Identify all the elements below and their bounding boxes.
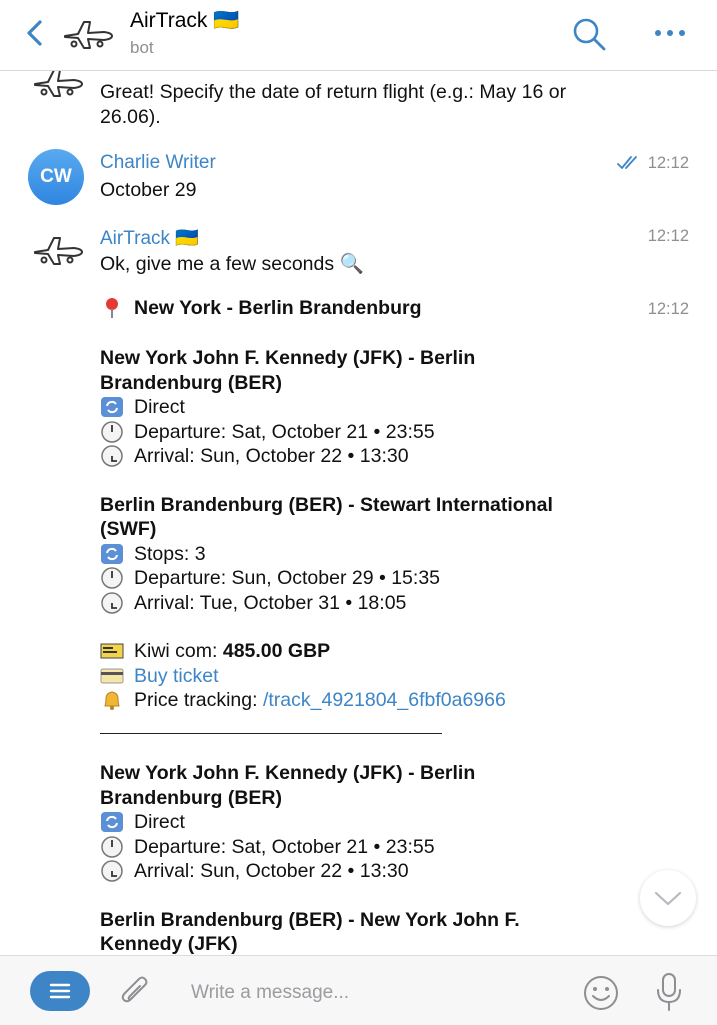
stops-text: Direct — [134, 396, 185, 418]
message-list[interactable]: Great! Specify the date of return flight… — [0, 70, 717, 955]
route-line: New York - Berlin Brandenburg — [100, 296, 620, 321]
bell-icon — [100, 689, 124, 711]
paperclip-icon[interactable] — [118, 972, 152, 1010]
chevron-down-icon — [654, 891, 682, 906]
bot-avatar-plane-icon[interactable] — [60, 14, 116, 54]
separator-line — [100, 733, 442, 734]
search-icon[interactable] — [571, 16, 607, 52]
repeat-icon — [100, 811, 124, 833]
chat-header: AirTrack 🇺🇦 bot — [0, 0, 717, 71]
message-text: Ok, give me a few seconds 🔍 — [100, 253, 364, 275]
scroll-to-bottom-button[interactable] — [640, 870, 696, 926]
leg-departure: Departure: Sun, October 29 • 15:35 — [100, 566, 620, 591]
departure-text: Departure: Sun, October 29 • 15:35 — [134, 567, 441, 589]
sticker-emoji-icon[interactable] — [582, 974, 620, 1012]
chat-subtitle: bot — [130, 38, 154, 57]
read-checkmarks-icon — [617, 156, 637, 169]
repeat-icon — [100, 543, 124, 565]
leg-title: Berlin Brandenburg (BER) - New York John… — [100, 908, 520, 956]
leg-title: New York John F. Kennedy (JFK) - Berlin … — [100, 762, 476, 809]
clock-icon — [100, 445, 124, 467]
leg-arrival: Arrival: Sun, October 22 • 13:30 — [100, 444, 620, 469]
message-time: 12:12 — [647, 300, 689, 318]
leg-title: Berlin Brandenburg (BER) - Stewart Inter… — [100, 493, 553, 541]
departure-text: Departure: Sat, October 21 • 23:55 — [134, 835, 435, 858]
leg-stops: Direct — [100, 810, 620, 835]
bot-avatar-plane-icon — [34, 70, 83, 97]
tracking-label: Price tracking: — [134, 689, 263, 711]
stops-text: Stops: 3 — [134, 542, 206, 565]
leg-departure: Departure: Sat, October 21 • 23:55 — [100, 420, 620, 445]
sender-name[interactable]: AirTrack 🇺🇦 — [100, 226, 199, 250]
buy-line: Buy ticket — [100, 664, 620, 689]
microphone-icon[interactable] — [654, 972, 684, 1012]
leg-stops: Stops: 3 — [100, 542, 620, 567]
message-text: Great! Specify the date of return flight… — [100, 81, 567, 128]
credit-card-icon — [100, 665, 124, 687]
clock-icon — [100, 860, 124, 882]
clock-icon — [100, 836, 124, 858]
clock-icon — [100, 567, 124, 589]
agency-label: Kiwi com: — [134, 640, 223, 662]
clock-icon — [100, 421, 124, 443]
price-line: Kiwi com: 485.00 GBP — [100, 639, 620, 664]
leg-arrival: Arrival: Tue, October 31 • 18:05 — [100, 591, 620, 616]
flight-option: New York John F. Kennedy (JFK) - Berlin … — [100, 761, 620, 955]
pin-icon — [100, 297, 124, 319]
user-avatar[interactable]: CW — [28, 149, 84, 205]
tracking-line: Price tracking: /track_4921804_6fbf0a696… — [100, 688, 620, 713]
message-time: 12:12 — [647, 154, 689, 172]
stops-text: Direct — [134, 811, 185, 833]
track-command-link[interactable]: /track_4921804_6fbf0a6966 — [263, 688, 506, 713]
arrival-text: Arrival: Sun, October 22 • 13:30 — [134, 445, 409, 467]
bot-menu-button[interactable] — [30, 971, 90, 1011]
departure-text: Departure: Sat, October 21 • 23:55 — [134, 420, 435, 443]
flight-results-message: New York - Berlin Brandenburg — [100, 296, 620, 321]
leg-departure: Departure: Sat, October 21 • 23:55 — [100, 835, 620, 860]
menu-icon — [49, 983, 71, 999]
message-input[interactable]: Write a message... — [191, 982, 349, 1004]
more-options-icon[interactable] — [650, 22, 690, 42]
clock-icon — [100, 592, 124, 614]
leg-stops: Direct — [100, 395, 620, 420]
route-title: New York - Berlin Brandenburg — [134, 297, 422, 319]
repeat-icon — [100, 396, 124, 418]
ticket-icon — [100, 640, 124, 662]
leg-title: New York John F. Kennedy (JFK) - Berlin … — [100, 347, 476, 394]
message-time: 12:12 — [647, 227, 689, 245]
sender-name[interactable]: Charlie Writer — [100, 152, 216, 174]
back-chevron-icon[interactable] — [22, 18, 48, 48]
message-text: October 29 — [100, 179, 197, 201]
leg-arrival: Arrival: Sun, October 22 • 13:30 — [100, 859, 620, 884]
arrival-text: Arrival: Sun, October 22 • 13:30 — [134, 860, 409, 882]
price-value: 485.00 GBP — [222, 640, 331, 662]
bot-avatar-plane-icon[interactable] — [30, 230, 86, 270]
message-input-bar: Write a message... — [0, 955, 717, 1025]
buy-ticket-link[interactable]: Buy ticket — [134, 664, 219, 689]
arrival-text: Arrival: Tue, October 31 • 18:05 — [134, 591, 407, 614]
chat-title[interactable]: AirTrack 🇺🇦 — [130, 9, 239, 33]
flight-option: New York John F. Kennedy (JFK) - Berlin … — [100, 346, 620, 713]
